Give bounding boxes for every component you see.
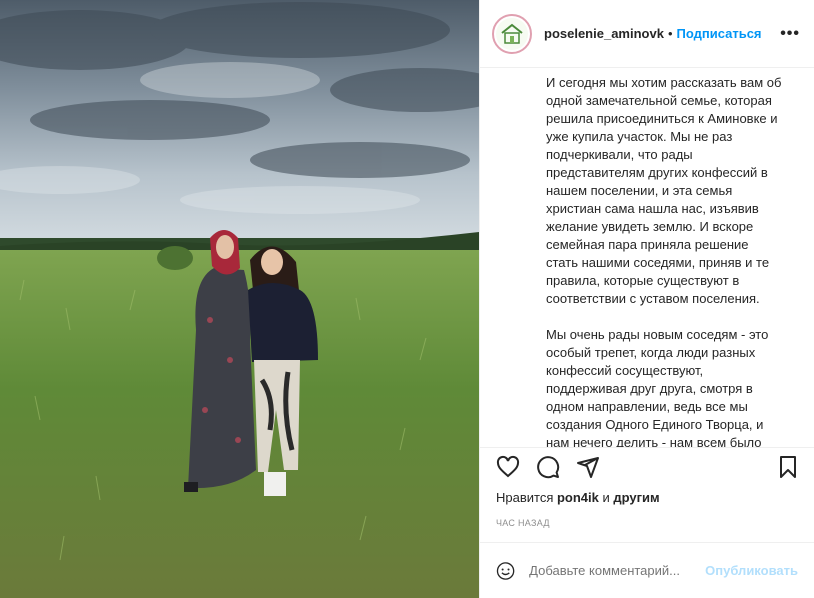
likes-others-link[interactable]: другим [613, 490, 659, 505]
likes-summary: Нравится pon4ik и другим [480, 486, 814, 512]
avatar[interactable] [492, 13, 532, 54]
post-photo-image [0, 0, 479, 598]
liker-username[interactable]: pon4ik [557, 490, 599, 505]
post-caption: И сегодня мы хотим рассказать вам об одн… [480, 68, 814, 448]
house-logo-icon [496, 17, 528, 50]
comment-input[interactable] [529, 563, 706, 578]
post-timestamp[interactable]: ЧАС НАЗАД [480, 512, 814, 540]
username-link[interactable]: poselenie_aminovk [544, 26, 664, 41]
heart-icon[interactable] [496, 455, 520, 479]
emoji-icon[interactable] [496, 558, 515, 584]
follow-button[interactable]: Подписаться [677, 26, 762, 41]
more-options-icon[interactable]: ••• [780, 25, 800, 43]
caption-paragraph-1: И сегодня мы хотим рассказать вам об одн… [546, 75, 782, 306]
share-icon[interactable] [576, 455, 600, 479]
separator-dot: • [667, 26, 673, 41]
likes-prefix: Нравится [496, 490, 557, 505]
comment-bar: Опубликовать [480, 542, 814, 598]
instagram-post: poselenie_aminovk • Подписаться ••• И се… [0, 0, 814, 598]
publish-button[interactable]: Опубликовать [705, 563, 798, 578]
post-header: poselenie_aminovk • Подписаться ••• [480, 0, 814, 68]
post-photo[interactable] [0, 0, 479, 598]
comment-icon[interactable] [536, 455, 560, 479]
likes-conjunction: и [598, 490, 614, 505]
post-sidebar: poselenie_aminovk • Подписаться ••• И се… [479, 0, 814, 598]
action-bar [480, 448, 814, 486]
bookmark-icon[interactable] [776, 455, 800, 479]
caption-paragraph-2: Мы очень рады новым соседям - это особый… [546, 327, 769, 448]
